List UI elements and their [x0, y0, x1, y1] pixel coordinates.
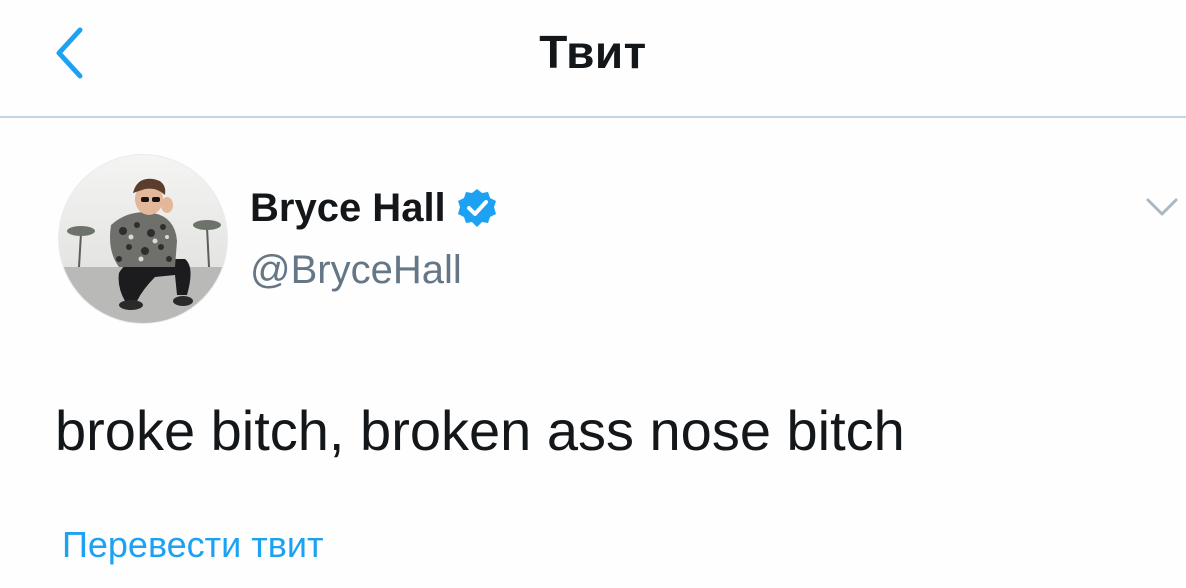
- display-name[interactable]: Bryce Hall: [250, 183, 446, 233]
- display-name-row[interactable]: Bryce Hall: [250, 183, 498, 233]
- avatar-photo: [59, 155, 227, 323]
- navigation-bar: Твит: [0, 0, 1186, 118]
- tweet-text: broke bitch, broken ass nose bitch: [55, 399, 905, 462]
- avatar[interactable]: [59, 155, 227, 323]
- page-title: Твит: [539, 26, 647, 78]
- tweet-detail-screen: Твит Bryce Hall @BryceHall broke bitch, …: [0, 0, 1186, 588]
- user-handle[interactable]: @BryceHall: [250, 245, 462, 295]
- chevron-down-icon: [1146, 198, 1178, 216]
- tweet-menu-button[interactable]: [1142, 187, 1182, 227]
- translate-tweet-link[interactable]: Перевести твит: [62, 522, 324, 568]
- verified-badge-icon: [456, 187, 498, 229]
